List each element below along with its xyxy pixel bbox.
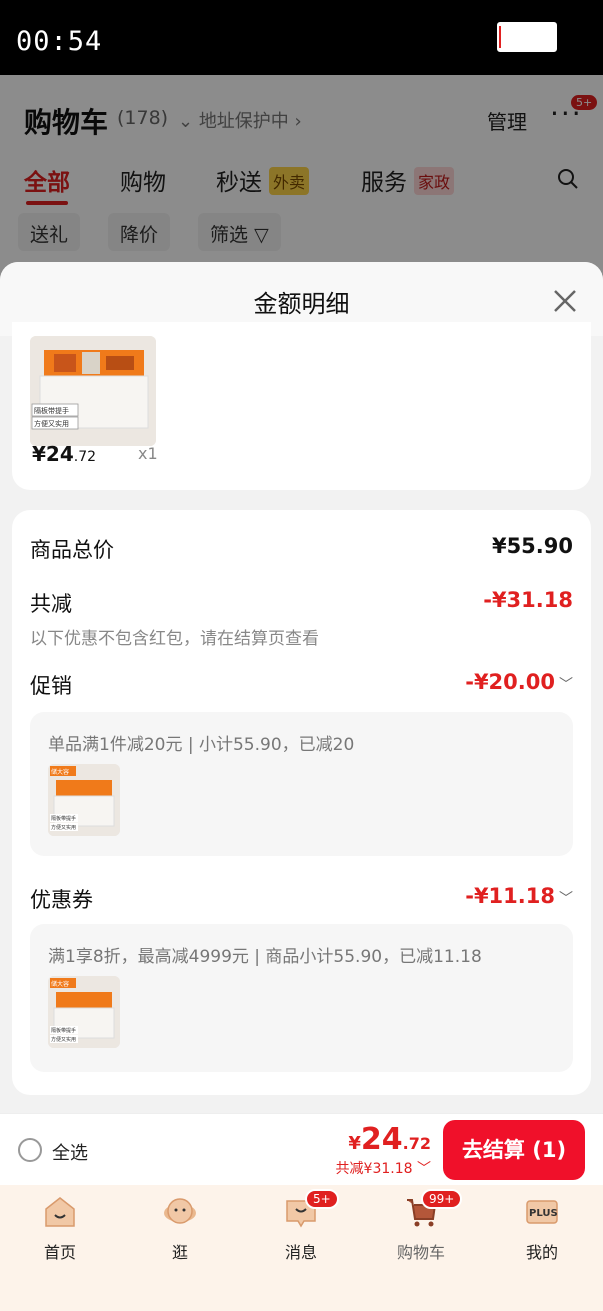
- nav-home[interactable]: 首页: [10, 1195, 110, 1265]
- promo-detail-box: 单品满1件减20元 | 小计55.90，已减20 储大容 隔板带提手 方便又实用: [30, 712, 573, 856]
- nav-cart[interactable]: 99+ 购物车: [371, 1189, 471, 1265]
- sheet-title: 金额明细: [253, 290, 350, 318]
- total-decimal: .72: [402, 1134, 431, 1153]
- explore-icon: [164, 1198, 196, 1224]
- item-price-main: ¥24: [32, 442, 74, 466]
- nav-messages[interactable]: 5+ 消息: [251, 1189, 351, 1265]
- home-icon: [45, 1197, 75, 1227]
- promo-toggle[interactable]: -¥20.00 ﹀: [465, 670, 573, 694]
- thumb-tag: 储大容: [51, 768, 69, 776]
- caption-line-2: 方便又实用: [34, 419, 69, 428]
- toolbox-image: 隔板带提手 方便又实用: [30, 336, 156, 446]
- nav-messages-badge: 5+: [305, 1189, 339, 1209]
- chevron-down-icon: ﹀: [559, 891, 573, 907]
- nav-home-label: 首页: [43, 1243, 76, 1262]
- product-thumbnail[interactable]: 隔板带提手 方便又实用: [30, 336, 156, 446]
- nav-explore[interactable]: 逛: [130, 1195, 230, 1265]
- goods-total-label: 商品总价: [30, 538, 114, 562]
- product-card: 隔板带提手 方便又实用 ¥24.72 x1: [12, 322, 591, 490]
- discount-value: -¥31.18: [483, 588, 573, 612]
- total-integer: 24: [360, 1122, 403, 1157]
- total-yen: ¥: [348, 1133, 361, 1154]
- coupon-value: -¥11.18: [465, 884, 555, 908]
- thumb-caption-1: 隔板带提手: [51, 815, 76, 822]
- status-bar: 00:54: [0, 0, 603, 75]
- thumb-caption-2: 方便又实用: [51, 824, 76, 831]
- nav-messages-label: 消息: [284, 1243, 317, 1262]
- promo-label: 促销: [30, 674, 72, 698]
- select-all-radio[interactable]: [18, 1138, 42, 1162]
- discount-label: 共减: [30, 592, 72, 616]
- bottom-nav: 首页 逛 5+ 消息 99+ 购物车 PLUS 我的: [0, 1185, 603, 1311]
- promo-detail-text: 单品满1件减20元 | 小计55.90，已减20: [48, 735, 355, 755]
- status-time: 00:54: [16, 26, 103, 57]
- coupon-toggle[interactable]: -¥11.18 ﹀: [465, 884, 573, 908]
- nav-explore-label: 逛: [171, 1243, 188, 1262]
- plus-icon: PLUS: [526, 1200, 558, 1224]
- discount-note: 以下优惠不包含红包，请在结算页查看: [30, 629, 319, 649]
- item-price-decimal: .72: [73, 449, 97, 465]
- chevron-down-icon: ﹀: [559, 677, 573, 693]
- nav-mine-label: 我的: [525, 1243, 558, 1262]
- saved-amount: 共减¥31.18: [335, 1161, 413, 1177]
- coupon-detail-box: 满1享8折，最高减4999元 | 商品小计55.90，已减11.18 储大容 隔…: [30, 924, 573, 1072]
- plus-badge-text: PLUS: [529, 1208, 558, 1219]
- select-all-label[interactable]: 全选: [52, 1139, 88, 1165]
- chevron-down-icon: ﹀: [412, 1161, 431, 1177]
- close-icon[interactable]: [550, 286, 580, 316]
- nav-cart-label: 购物车: [396, 1243, 445, 1262]
- total-price: ¥24.72: [348, 1122, 431, 1157]
- thumb-caption-2: 方便又实用: [51, 1036, 76, 1043]
- toolbox-image: 储大容 隔板带提手 方便又实用: [48, 764, 120, 836]
- thumb-caption-1: 隔板带提手: [51, 1027, 76, 1034]
- amount-detail-sheet: 金额明细 隔板带提手 方便又实用 ¥24.72 x1 商品总价 ¥55.90 共…: [0, 262, 603, 1113]
- nav-cart-badge: 99+: [421, 1189, 463, 1209]
- coupon-product-thumbnail[interactable]: 储大容 隔板带提手 方便又实用: [48, 976, 120, 1048]
- caption-line-1: 隔板带提手: [34, 406, 69, 415]
- price-breakdown-card: 商品总价 ¥55.90 共减 -¥31.18 以下优惠不包含红包，请在结算页查看…: [12, 510, 591, 1095]
- thumb-tag: 储大容: [51, 980, 69, 988]
- goods-total-value: ¥55.90: [491, 534, 573, 558]
- promo-value: -¥20.00: [465, 670, 555, 694]
- coupon-detail-text: 满1享8折，最高减4999元 | 商品小计55.90，已减11.18: [48, 947, 482, 967]
- item-price: ¥24.72: [32, 442, 96, 466]
- promo-product-thumbnail[interactable]: 储大容 隔板带提手 方便又实用: [48, 764, 120, 836]
- nav-mine[interactable]: PLUS 我的: [492, 1195, 592, 1265]
- battery-icon: [497, 22, 557, 52]
- item-quantity: x1: [138, 444, 158, 463]
- saved-amount-link[interactable]: 共减¥31.18 ﹀: [336, 1158, 431, 1178]
- checkout-bar: 全选 ¥24.72 共减¥31.18 ﹀ 去结算 (1): [0, 1113, 603, 1185]
- toolbox-image: 储大容 隔板带提手 方便又实用: [48, 976, 120, 1048]
- coupon-label: 优惠券: [30, 888, 93, 912]
- checkout-button[interactable]: 去结算 (1): [443, 1120, 585, 1180]
